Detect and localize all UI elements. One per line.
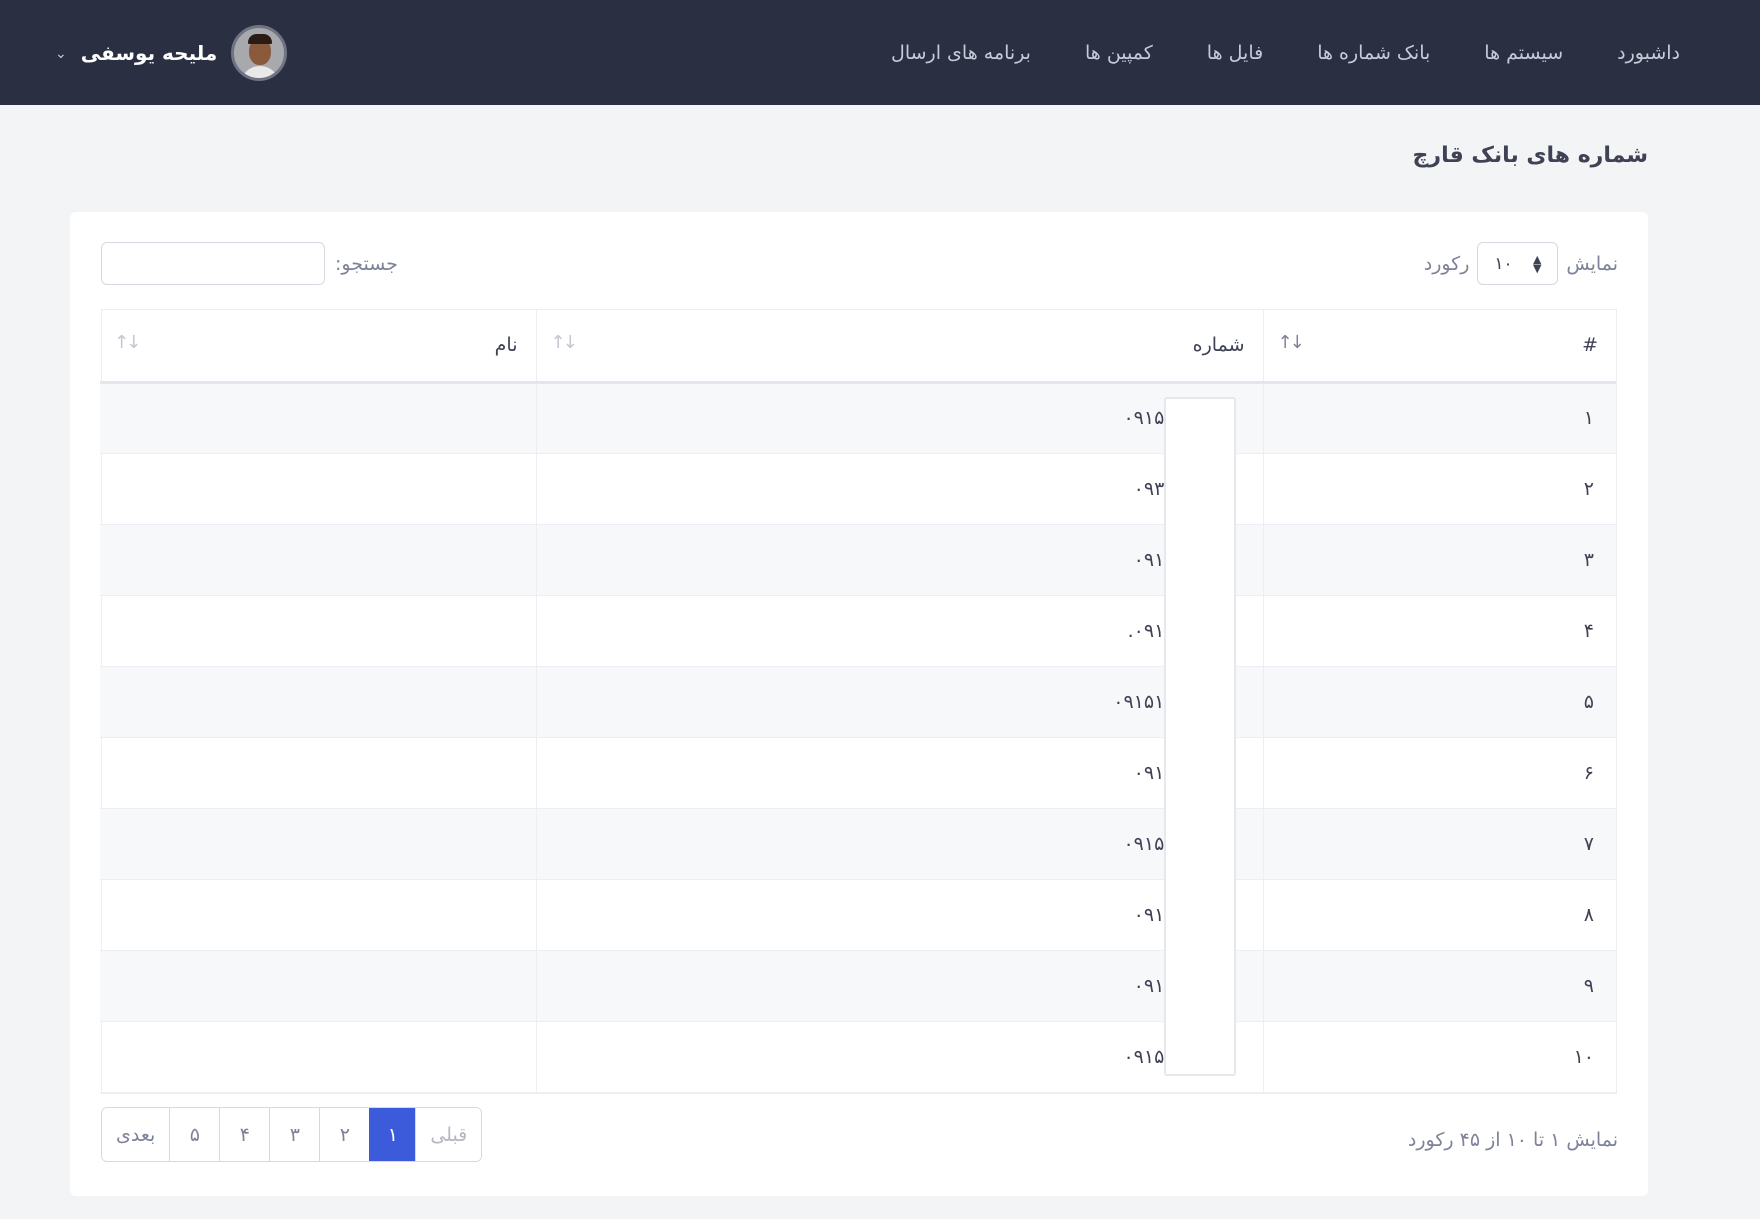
next-page-button[interactable]: بعدی (102, 1108, 170, 1161)
cell-name (100, 382, 537, 454)
nav-send-schedules[interactable]: برنامه های ارسال (891, 42, 1031, 64)
cell-index: ۲ (1263, 453, 1616, 525)
table-header-row: # ↓↑ شماره ↓↑ نام ↓↑ (100, 310, 1616, 384)
cell-number: ۰۹۱۵۱ (536, 808, 1264, 880)
cell-name (100, 737, 537, 809)
nav-campaigns[interactable]: کمپین ها (1085, 42, 1153, 64)
column-header-label: # (1582, 334, 1598, 357)
sort-icon[interactable]: ↓↑ (1278, 332, 1305, 353)
user-name[interactable]: ملیحه یوسفی (81, 41, 218, 65)
cell-number: ۰۹۱۵۱۱ (536, 666, 1264, 738)
redaction-overlay (1164, 397, 1236, 1076)
page-button-4[interactable]: ۴ (219, 1108, 270, 1161)
cell-index: ۱ (1263, 382, 1616, 454)
cell-index: ۳ (1263, 524, 1616, 596)
records-label: رکورد (1423, 252, 1470, 275)
main-nav: داشبورد سیستم ها بانک شماره ها فایل ها ک… (891, 42, 1680, 64)
cell-index: ۶ (1263, 737, 1616, 809)
cell-index: ۹ (1263, 950, 1616, 1022)
column-header-label: شماره (1192, 334, 1245, 357)
cell-number: ۰۹۳۸ (536, 453, 1264, 525)
page-length-control: نمایش ۱۰ ▲ ▼ رکورد (1424, 242, 1618, 285)
table-row[interactable]: ۱۰ ۰۹۱۵۳ (100, 1021, 1616, 1093)
column-header-index[interactable]: # ↓↑ (1263, 310, 1616, 384)
table-row[interactable]: ۶ ۰۹۱۵ (100, 737, 1616, 809)
chevron-down-icon[interactable]: ⌄ (55, 46, 67, 62)
page-length-value: ۱۰ (1494, 253, 1513, 274)
cell-index: ۵ (1263, 666, 1616, 738)
page-length-select[interactable]: ۱۰ ▲ ▼ (1477, 242, 1559, 285)
table-row[interactable]: ۳ ۰۹۱۵ (100, 524, 1616, 596)
cell-number: ۰۹۱۵ (536, 879, 1264, 951)
search-input[interactable] (101, 242, 325, 285)
prev-page-button[interactable]: قبلی (415, 1108, 482, 1161)
nav-number-banks[interactable]: بانک شماره ها (1317, 42, 1430, 64)
cell-index: ۴ (1263, 595, 1616, 667)
cell-number: ۰۹۱۵ (536, 737, 1264, 809)
cell-index: ۷ (1263, 808, 1616, 880)
page-button-2[interactable]: ۲ (319, 1108, 370, 1161)
nav-dashboard[interactable]: داشبورد (1617, 42, 1680, 64)
top-navbar: داشبورد سیستم ها بانک شماره ها فایل ها ک… (0, 0, 1760, 105)
column-header-name[interactable]: نام ↓↑ (100, 310, 537, 384)
search-control: جستجو: (101, 242, 398, 285)
table-controls: نمایش ۱۰ ▲ ▼ رکورد جستجو: (70, 242, 1648, 288)
table-row[interactable]: ۱ ۰۹۱۵۳ (100, 382, 1616, 454)
sort-icon[interactable]: ↓↑ (551, 332, 578, 353)
sort-icon[interactable]: ↓↑ (114, 332, 141, 353)
column-header-label: نام (494, 334, 518, 357)
nav-files[interactable]: فایل ها (1207, 42, 1263, 64)
numbers-table-card: نمایش ۱۰ ▲ ▼ رکورد جستجو: # ↓↑ شماره ↓↑ … (70, 212, 1648, 1196)
table-row[interactable]: ۵ ۰۹۱۵۱۱ (100, 666, 1616, 738)
cell-name (100, 524, 537, 596)
table-row[interactable]: ۹ ۰۹۱۵ (100, 950, 1616, 1022)
page-button-1[interactable]: ۱ (369, 1108, 416, 1161)
table-row[interactable]: ۸ ۰۹۱۵ (100, 879, 1616, 951)
show-label: نمایش (1566, 252, 1618, 275)
page-button-3[interactable]: ۳ (269, 1108, 320, 1161)
cell-number: ۰۹۱۵ (536, 524, 1264, 596)
cell-name (100, 950, 537, 1022)
avatar[interactable] (231, 24, 288, 81)
cell-name (100, 453, 537, 525)
cell-number: ۰۹۱۵ (536, 950, 1264, 1022)
cell-name (100, 595, 537, 667)
column-header-number[interactable]: شماره ↓↑ (536, 310, 1264, 384)
cell-index: ۱۰ (1263, 1021, 1616, 1093)
page-button-5[interactable]: ۵ (169, 1108, 220, 1161)
table-row[interactable]: ۷ ۰۹۱۵۱ (100, 808, 1616, 880)
pagination: قبلی ۱ ۲ ۳ ۴ ۵ بعدی (101, 1107, 483, 1162)
page-title: شماره های بانک قارچ (1412, 143, 1648, 168)
cell-name (100, 808, 537, 880)
cell-name (100, 666, 537, 738)
cell-name (100, 1021, 537, 1093)
cell-number: ۰۹۱۵۳ (536, 1021, 1264, 1093)
table-info: نمایش ۱ تا ۱۰ از ۴۵ رکورد (1407, 1129, 1618, 1151)
cell-number: ۰۹۱۵۳ (536, 382, 1264, 454)
nav-systems[interactable]: سیستم ها (1484, 42, 1563, 64)
select-arrows-icon: ▲ ▼ (1532, 252, 1542, 275)
search-label: جستجو: (335, 252, 398, 275)
table-row[interactable]: ۴ ۰۹۱۵. (100, 595, 1616, 667)
data-table: # ↓↑ شماره ↓↑ نام ↓↑ ۱ ۰۹۱۵۳ ۲ ۰۹۳۸ ۳ ۰۹… (100, 309, 1617, 1094)
cell-index: ۸ (1263, 879, 1616, 951)
user-menu[interactable]: ⌄ ملیحه یوسفی (55, 0, 288, 105)
cell-number: ۰۹۱۵. (536, 595, 1264, 667)
table-row[interactable]: ۲ ۰۹۳۸ (100, 453, 1616, 525)
cell-name (100, 879, 537, 951)
